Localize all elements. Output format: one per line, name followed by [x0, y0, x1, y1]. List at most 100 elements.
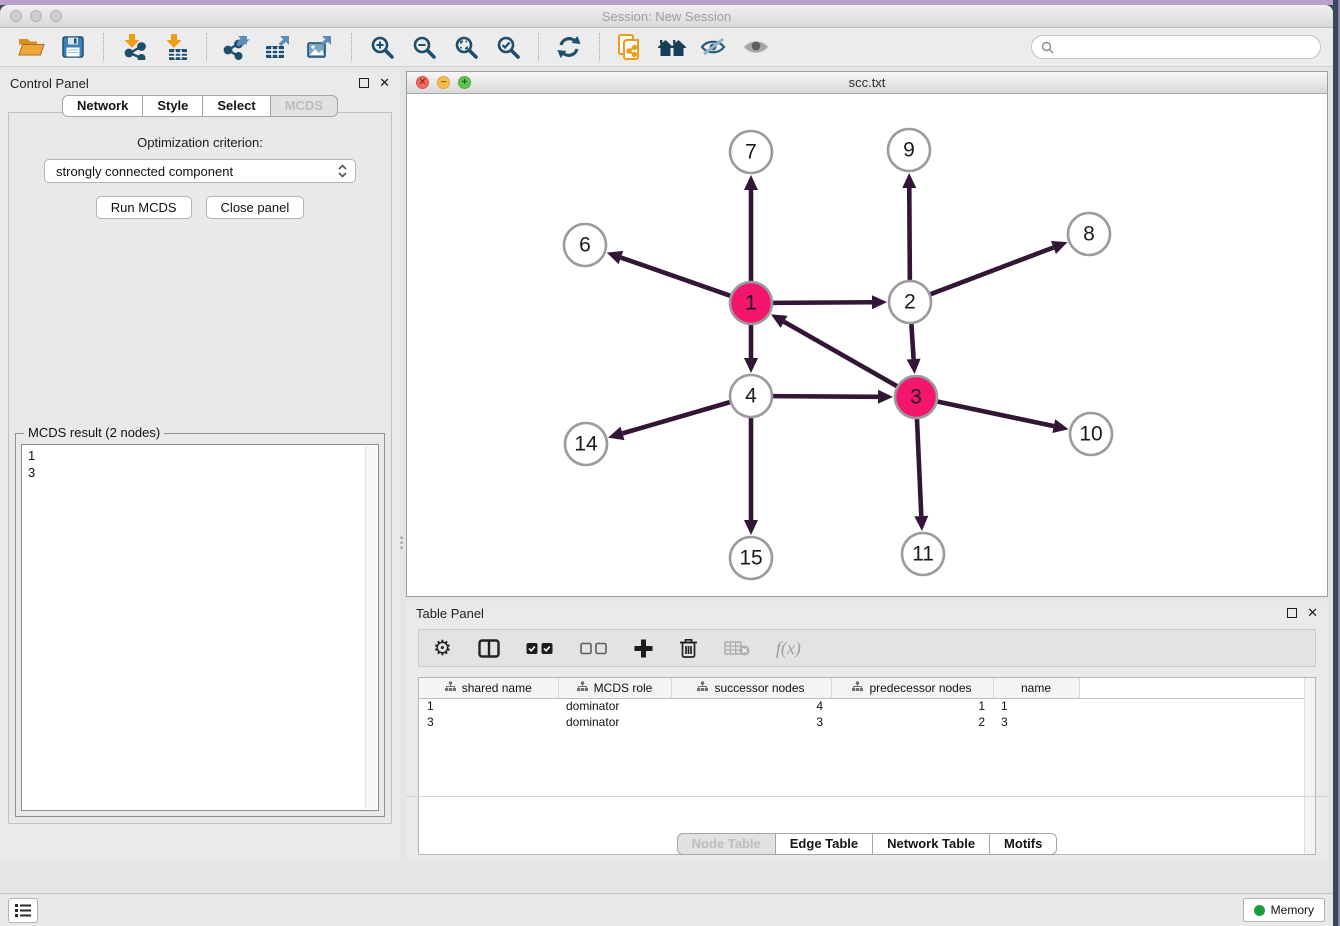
- import-network-icon[interactable]: [113, 31, 155, 63]
- graph-node-10[interactable]: 10: [1070, 413, 1112, 455]
- graph-node-7[interactable]: 7: [730, 131, 772, 173]
- import-table-icon[interactable]: [155, 31, 197, 63]
- network-minimize-icon[interactable]: −: [437, 76, 450, 89]
- graph-node-6[interactable]: 6: [564, 224, 606, 266]
- save-session-icon[interactable]: [52, 31, 94, 63]
- column-header-successor-nodes[interactable]: successor nodes: [671, 678, 831, 698]
- tab-network[interactable]: Network: [62, 95, 143, 117]
- table-row[interactable]: 1dominator411: [419, 698, 1315, 714]
- graph-edge-1-2[interactable]: [772, 302, 872, 303]
- vertical-splitter-handle[interactable]: •••: [400, 536, 405, 558]
- table-cell[interactable]: 3: [993, 714, 1079, 730]
- memory-label: Memory: [1271, 903, 1314, 917]
- table-panel-close-icon[interactable]: ✕: [1307, 608, 1318, 618]
- svg-text:2: 2: [904, 291, 916, 314]
- toolbar-separator: [206, 33, 207, 61]
- graph-edge-3-11[interactable]: [917, 418, 921, 516]
- table-scrollbar[interactable]: [1304, 678, 1315, 854]
- refresh-layout-icon[interactable]: [548, 31, 590, 63]
- table-cell[interactable]: dominator: [558, 698, 671, 714]
- table-settings-gear-icon[interactable]: ⚙: [433, 638, 452, 659]
- export-network-icon[interactable]: [216, 31, 258, 63]
- column-header-shared-name[interactable]: shared name: [419, 678, 558, 698]
- zoom-window-icon[interactable]: [50, 10, 62, 22]
- graph-node-2[interactable]: 2: [889, 281, 931, 323]
- graph-node-4[interactable]: 4: [730, 375, 772, 417]
- table-cell[interactable]: 1: [993, 698, 1079, 714]
- app-window: Session: New Session: [0, 5, 1333, 926]
- column-header-mcds-role[interactable]: MCDS role: [558, 678, 671, 698]
- new-network-from-selection-icon[interactable]: [609, 31, 651, 63]
- export-image-icon[interactable]: [300, 31, 342, 63]
- close-window-icon[interactable]: [10, 10, 22, 22]
- tab-node-table[interactable]: Node Table: [677, 833, 776, 855]
- graph-edge-2-3[interactable]: [911, 323, 913, 359]
- graph-node-14[interactable]: 14: [565, 423, 607, 465]
- show-all-icon[interactable]: [735, 31, 777, 63]
- first-neighbors-icon[interactable]: [651, 31, 693, 63]
- table-panel-float-icon[interactable]: [1287, 608, 1297, 618]
- select-all-columns-icon[interactable]: [526, 642, 554, 655]
- graph-edge-2-8[interactable]: [930, 247, 1054, 294]
- zoom-selected-icon[interactable]: [487, 31, 529, 63]
- tab-motifs[interactable]: Motifs: [990, 833, 1057, 855]
- tab-style[interactable]: Style: [143, 95, 203, 117]
- graph-node-9[interactable]: 9: [888, 129, 930, 171]
- zoom-fit-icon[interactable]: [445, 31, 487, 63]
- column-header-predecessor-nodes[interactable]: predecessor nodes: [831, 678, 993, 698]
- delete-column-icon[interactable]: [679, 638, 698, 659]
- export-table-icon[interactable]: [258, 31, 300, 63]
- graph-edge-1-6[interactable]: [621, 258, 731, 297]
- graph-node-8[interactable]: 8: [1068, 213, 1110, 255]
- close-panel-button[interactable]: Close panel: [206, 196, 305, 219]
- mcds-result-scrollbar[interactable]: [365, 446, 377, 809]
- table-cell[interactable]: 3: [671, 714, 831, 730]
- add-column-icon[interactable]: [634, 639, 653, 658]
- column-header-name[interactable]: name: [993, 678, 1079, 698]
- table-row[interactable]: 3dominator323: [419, 714, 1315, 730]
- window-controls: [10, 5, 62, 27]
- graph-edge-3-1[interactable]: [784, 322, 898, 387]
- network-window-titlebar[interactable]: ✕ − + scc.txt: [407, 72, 1327, 94]
- table-cell[interactable]: 4: [671, 698, 831, 714]
- graph-node-1[interactable]: 1: [730, 282, 772, 324]
- graph-edge-2-9[interactable]: [909, 188, 910, 281]
- task-history-button[interactable]: [8, 898, 38, 923]
- zoom-out-icon[interactable]: [403, 31, 445, 63]
- run-mcds-button[interactable]: Run MCDS: [96, 196, 192, 219]
- table-tabs: Node TableEdge TableNetwork TableMotifs: [406, 833, 1328, 855]
- graph-edge-4-14[interactable]: [622, 402, 730, 434]
- memory-button[interactable]: Memory: [1243, 898, 1325, 922]
- control-panel-close-icon[interactable]: ✕: [379, 78, 390, 88]
- minimize-window-icon[interactable]: [30, 10, 42, 22]
- search-input[interactable]: [1060, 40, 1311, 55]
- deselect-all-columns-icon[interactable]: [580, 642, 608, 655]
- graph-node-11[interactable]: 11: [902, 533, 944, 575]
- graph-edge-4-3[interactable]: [772, 396, 878, 397]
- network-view-window: ✕ − + scc.txt 7 9 6 8 1 2 4 3 14 10 15 11: [406, 71, 1328, 597]
- mcds-result-text[interactable]: 1 3: [23, 446, 364, 809]
- table-cell[interactable]: 1: [419, 698, 558, 714]
- tab-edge-table[interactable]: Edge Table: [776, 833, 873, 855]
- table-cell[interactable]: dominator: [558, 714, 671, 730]
- tab-network-table[interactable]: Network Table: [873, 833, 990, 855]
- table-cell[interactable]: 1: [831, 698, 993, 714]
- table-cell[interactable]: 3: [419, 714, 558, 730]
- network-canvas[interactable]: 7 9 6 8 1 2 4 3 14 10 15 11: [407, 94, 1327, 596]
- search-icon: [1041, 41, 1054, 54]
- criterion-dropdown[interactable]: strongly connected component: [44, 159, 356, 183]
- open-session-icon[interactable]: [10, 31, 52, 63]
- control-panel-float-icon[interactable]: [359, 78, 369, 88]
- graph-node-15[interactable]: 15: [730, 537, 772, 579]
- zoom-in-icon[interactable]: [361, 31, 403, 63]
- graph-edge-3-10[interactable]: [937, 401, 1054, 426]
- graph-node-3[interactable]: 3: [895, 376, 937, 418]
- split-columns-icon[interactable]: [478, 639, 500, 658]
- network-maximize-icon[interactable]: +: [458, 76, 471, 89]
- hide-selected-icon[interactable]: [693, 31, 735, 63]
- tab-select[interactable]: Select: [203, 95, 270, 117]
- tab-mcds[interactable]: MCDS: [271, 95, 338, 117]
- network-close-icon[interactable]: ✕: [416, 76, 429, 89]
- main-titlebar[interactable]: Session: New Session: [0, 5, 1333, 28]
- table-cell[interactable]: 2: [831, 714, 993, 730]
